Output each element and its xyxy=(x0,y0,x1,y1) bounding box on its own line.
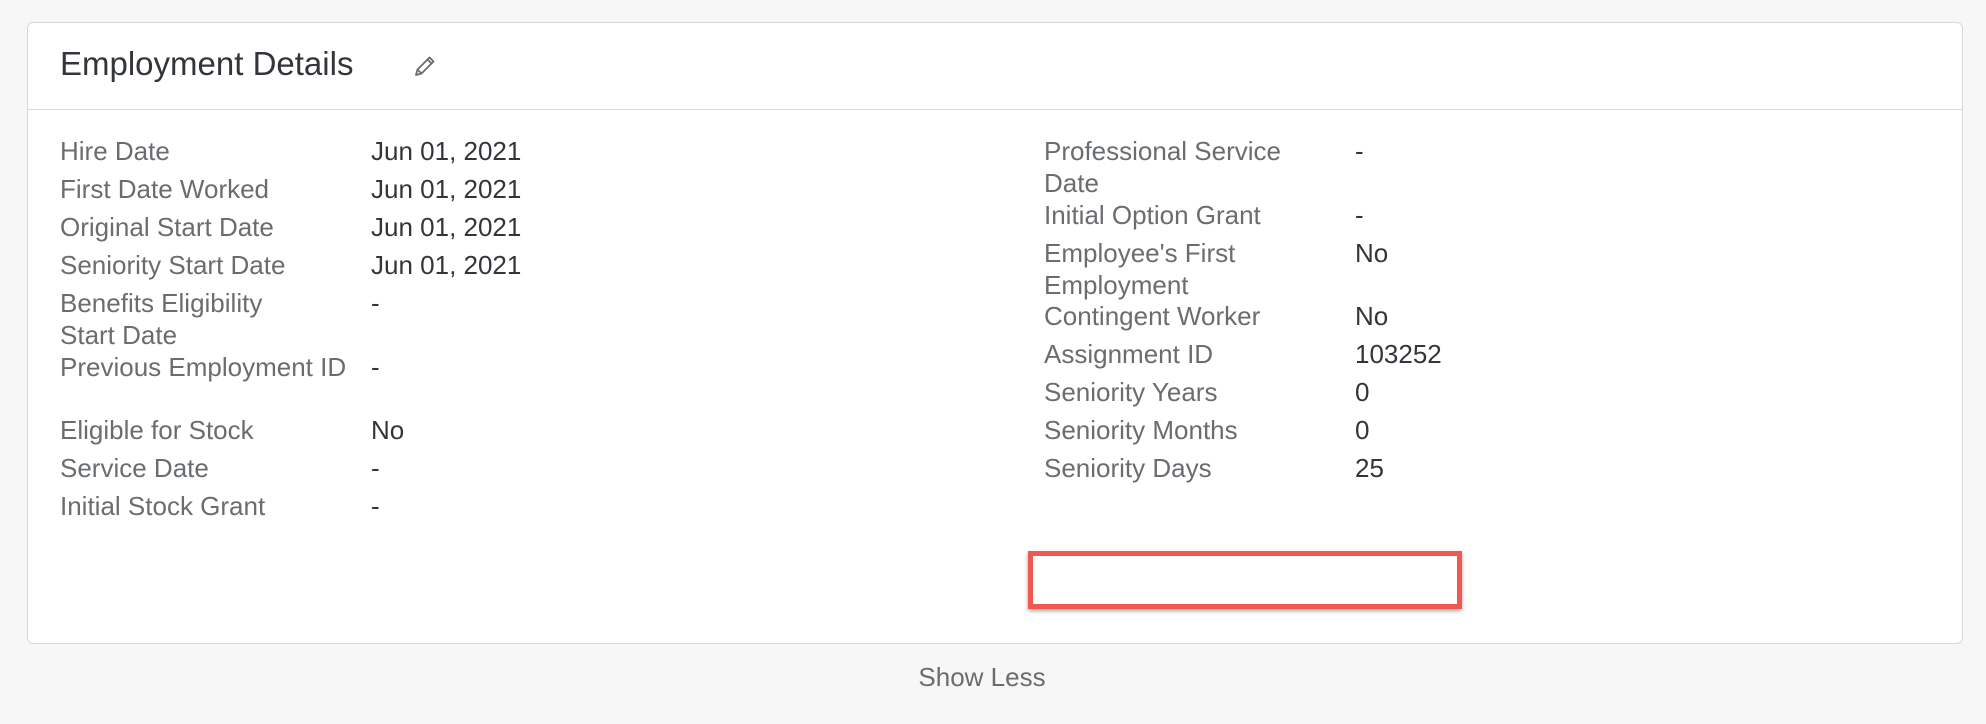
field-value: - xyxy=(1355,200,1364,230)
pencil-icon[interactable] xyxy=(412,53,438,79)
field-value: Jun 01, 2021 xyxy=(371,250,522,280)
field-value: Jun 01, 2021 xyxy=(371,212,522,242)
field-label: Assignment ID xyxy=(1044,339,1214,369)
field-label: Initial Option Grant xyxy=(1044,200,1261,230)
field-label: Previous Employment ID xyxy=(60,352,347,382)
field-label: Original Start Date xyxy=(60,212,274,242)
field-label: Seniority Years xyxy=(1044,377,1218,407)
highlight-annotation-box xyxy=(1028,551,1462,609)
field-value: Jun 01, 2021 xyxy=(371,136,522,166)
field-label: Eligible for Stock xyxy=(60,415,254,445)
field-value: - xyxy=(371,453,380,483)
card-header: Employment Details xyxy=(28,23,1962,110)
field-value: 0 xyxy=(1355,415,1370,445)
field-label: Benefits Eligibility Start Date xyxy=(60,288,263,350)
employment-details-card: Employment Details Hire Date Jun 01, 202… xyxy=(27,22,1963,644)
field-label: Seniority Months xyxy=(1044,415,1238,445)
field-label: Contingent Worker xyxy=(1044,301,1261,331)
field-value: - xyxy=(371,352,380,382)
field-value: - xyxy=(371,491,380,521)
field-label: Hire Date xyxy=(60,136,170,166)
field-value: Jun 01, 2021 xyxy=(371,174,522,204)
field-label: First Date Worked xyxy=(60,174,270,204)
field-label: Initial Stock Grant xyxy=(60,491,266,521)
field-label: Professional Service Date xyxy=(1044,136,1281,198)
field-value: No xyxy=(1355,238,1389,268)
field-value: - xyxy=(1355,136,1364,166)
field-value: 25 xyxy=(1355,453,1384,483)
field-label: Service Date xyxy=(60,453,209,483)
field-value: 0 xyxy=(1355,377,1370,407)
field-value: No xyxy=(1355,301,1389,331)
card-title: Employment Details xyxy=(60,45,354,82)
field-label: Seniority Start Date xyxy=(60,250,286,280)
field-label: Seniority Days xyxy=(1044,453,1212,483)
field-value: 103252 xyxy=(1355,339,1442,369)
show-less-link[interactable]: Show Less xyxy=(27,662,1937,693)
field-label: Employee's First Employment xyxy=(1044,238,1236,300)
field-value: No xyxy=(371,415,405,445)
field-value: - xyxy=(371,288,380,318)
